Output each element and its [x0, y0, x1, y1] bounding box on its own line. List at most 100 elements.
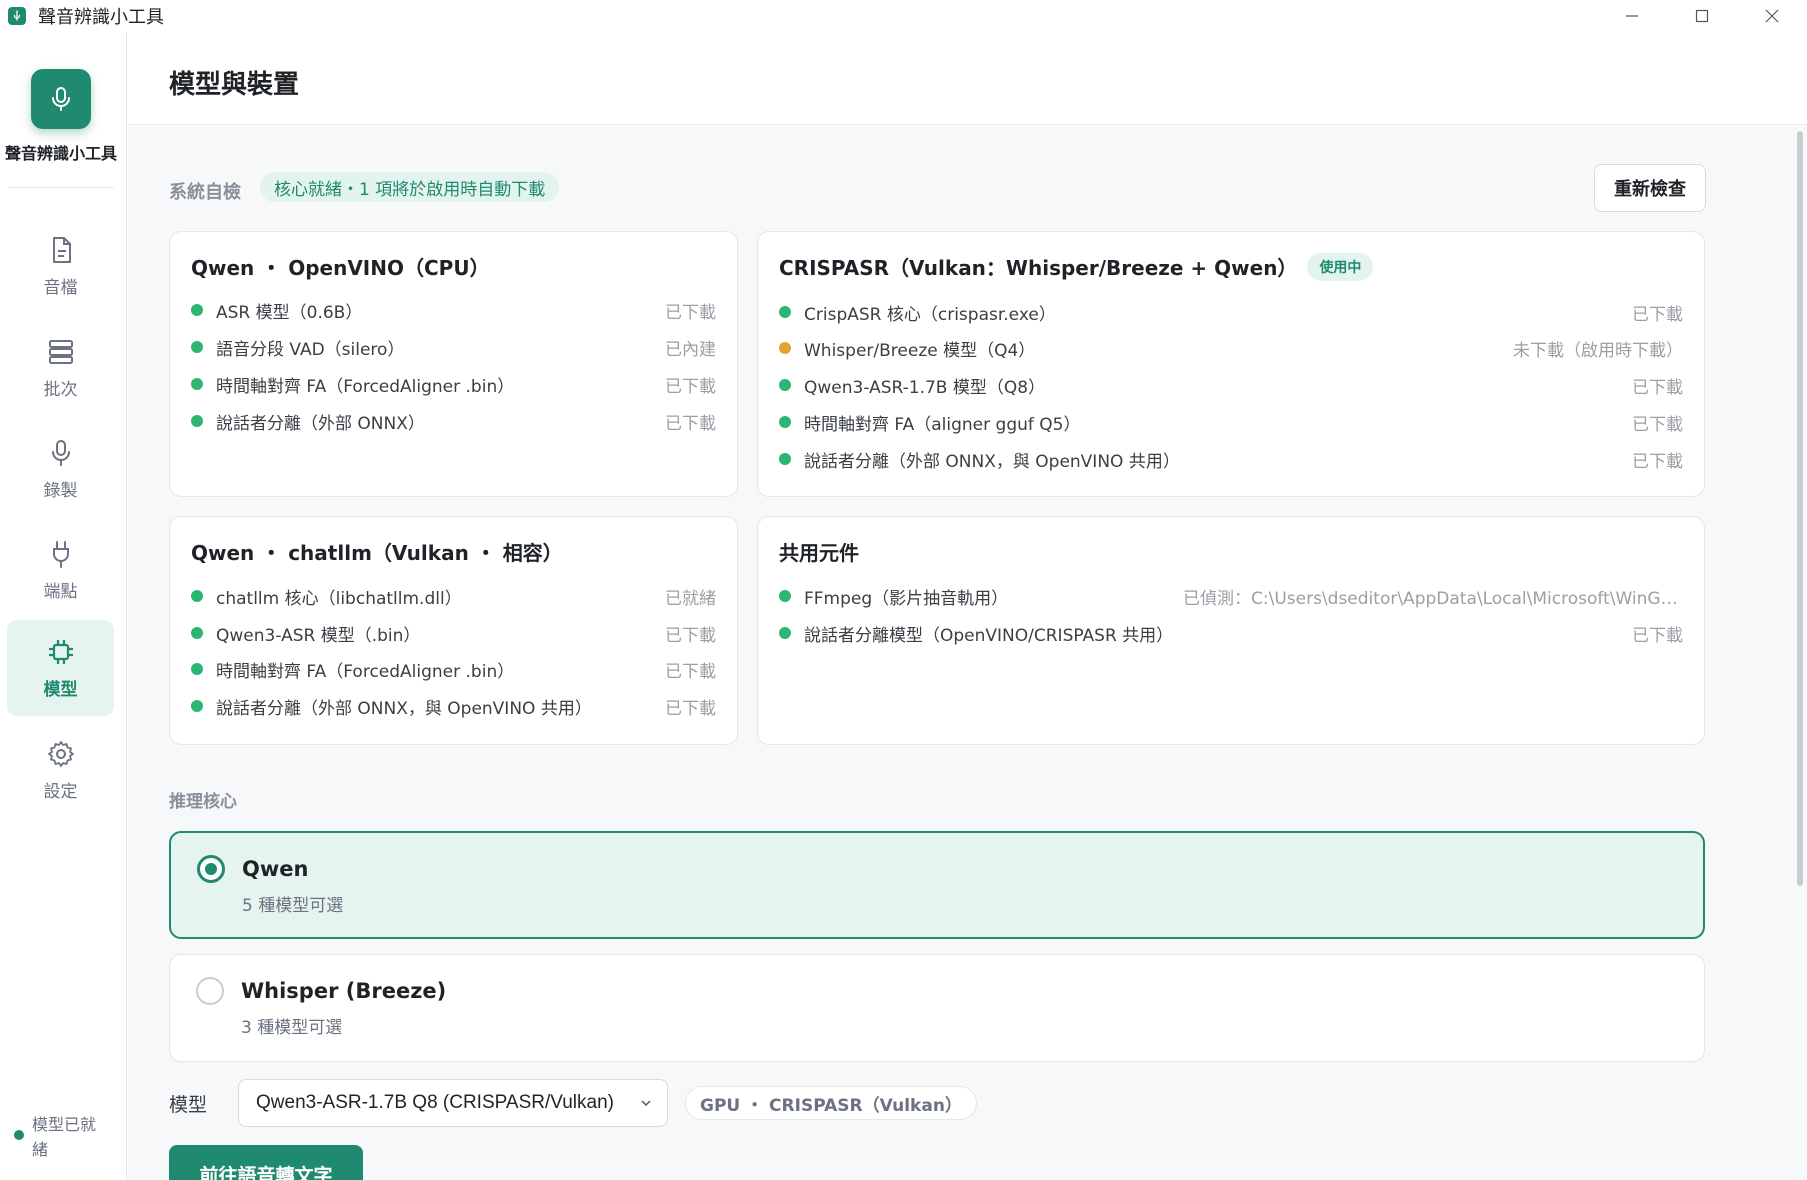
item-name: ASR 模型（0.6B）	[216, 302, 363, 323]
list-item: Qwen3-ASR 模型（.bin） 已下載	[191, 620, 716, 646]
list-item: 說話者分離模型（OpenVINO/CRISPASR 共用） 已下載	[779, 620, 1683, 646]
item-name: Qwen3-ASR 模型（.bin）	[216, 625, 421, 646]
status-dot	[191, 663, 203, 675]
sidebar-item-batch[interactable]: 批次	[7, 320, 114, 416]
sidebar-item-audio[interactable]: 音檔	[7, 218, 114, 314]
maximize-button[interactable]	[1667, 0, 1737, 32]
sidebar-item-label: 音檔	[43, 277, 78, 298]
status-badge: 使用中	[1307, 252, 1374, 281]
option-title: Whisper (Breeze)	[241, 979, 447, 1003]
sidebar-divider	[8, 187, 114, 188]
card-title: Qwen ・ OpenVINO（CPU）	[191, 252, 490, 281]
item-status: 已下載	[665, 625, 716, 646]
option-title: Qwen	[242, 857, 309, 881]
item-status: 已偵測：C:\Users\dseditor\AppData\Local\Micr…	[1183, 588, 1683, 609]
status-dot	[191, 378, 203, 390]
self-check-label: 系統自檢	[169, 182, 241, 203]
list-item: 說話者分離（外部 ONNX） 已下載	[191, 408, 716, 434]
list-item: 說話者分離（外部 ONNX，與 OpenVINO 共用） 已下載	[191, 693, 716, 719]
list-item: Qwen3-ASR-1.7B 模型（Q8） 已下載	[779, 372, 1683, 398]
status-text: 模型已就緒	[32, 1115, 97, 1159]
stack-icon	[48, 339, 73, 364]
file-icon	[52, 236, 71, 263]
model-select-value: Qwen3-ASR-1.7B Q8 (CRISPASR/Vulkan)	[256, 1092, 614, 1113]
status-dot	[191, 700, 203, 712]
sidebar-item-endpoint[interactable]: 端點	[7, 522, 114, 618]
item-name: Whisper/Breeze 模型（Q4）	[804, 340, 1036, 361]
sidebar: 聲音辨識小工具 音檔 批次 錄製 端點 模型 設定 模型已就緒	[0, 32, 127, 1180]
card-title: CRISPASR（Vulkan：Whisper/Breeze + Qwen） 使用…	[779, 252, 1374, 281]
list-item: 說話者分離（外部 ONNX，與 OpenVINO 共用） 已下載	[779, 446, 1683, 472]
card-title-text: 共用元件	[779, 541, 859, 565]
microphone-icon	[52, 87, 70, 111]
item-name: 時間軸對齊 FA（aligner gguf Q5）	[804, 414, 1081, 435]
list-item: 時間軸對齊 FA（ForcedAligner .bin） 已下載	[191, 656, 716, 682]
item-status: 已下載	[665, 302, 716, 323]
sidebar-item-record[interactable]: 錄製	[7, 421, 114, 517]
list-item: chatllm 核心（libchatllm.dll） 已就緒	[191, 583, 716, 609]
item-status: 已內建	[665, 339, 716, 360]
recheck-button[interactable]: 重新檢查	[1594, 164, 1706, 212]
item-status: 已下載	[665, 661, 716, 682]
app-logo	[31, 69, 91, 129]
status-dot	[191, 590, 203, 602]
card-shared-components: 共用元件 FFmpeg（影片抽音軌用） 已偵測：C:\Users\dseditor…	[757, 516, 1705, 745]
item-name: 說話者分離（外部 ONNX，與 OpenVINO 共用）	[216, 698, 592, 719]
item-status: 已下載	[1632, 304, 1683, 325]
sidebar-item-models[interactable]: 模型	[7, 620, 114, 716]
inference-label: 推理核心	[169, 792, 237, 812]
inference-option-whisper[interactable]: Whisper (Breeze) 3 種模型可選	[169, 954, 1705, 1062]
card-title: 共用元件	[779, 537, 859, 566]
item-status: 已下載	[665, 413, 716, 434]
item-status: 已就緒	[665, 588, 716, 609]
card-title-text: Qwen ・ chatllm（Vulkan ・ 相容）	[191, 541, 563, 565]
item-name: 時間軸對齊 FA（ForcedAligner .bin）	[216, 661, 515, 682]
item-name: CrispASR 核心（crispasr.exe）	[804, 304, 1056, 325]
list-item: 時間軸對齊 FA（ForcedAligner .bin） 已下載	[191, 371, 716, 397]
page-title: 模型與裝置	[169, 70, 300, 100]
sidebar-item-settings[interactable]: 設定	[7, 722, 114, 818]
sidebar-item-label: 端點	[43, 581, 78, 602]
radio-button[interactable]	[196, 977, 224, 1005]
app-name: 聲音辨識小工具	[4, 144, 117, 163]
inference-option-qwen[interactable]: Qwen 5 種模型可選	[169, 831, 1705, 939]
model-select[interactable]: Qwen3-ASR-1.7B Q8 (CRISPASR/Vulkan)	[238, 1079, 668, 1127]
item-status: 已下載	[665, 698, 716, 719]
status-dot	[779, 453, 791, 465]
item-name: 時間軸對齊 FA（ForcedAligner .bin）	[216, 376, 515, 397]
self-check-summary: 核心就緒・1 項將於啟用時自動下載	[260, 172, 560, 202]
item-name: FFmpeg（影片抽音軌用）	[804, 588, 1009, 609]
model-label: 模型	[169, 1094, 208, 1116]
status-dot	[191, 415, 203, 427]
app-icon	[8, 7, 26, 25]
status-dot	[14, 1130, 24, 1140]
radio-button[interactable]	[197, 855, 225, 883]
card-title-text: CRISPASR（Vulkan：Whisper/Breeze + Qwen）	[779, 256, 1298, 280]
window-title: 聲音辨識小工具	[38, 7, 164, 28]
status-dot	[191, 341, 203, 353]
item-name: 說話者分離（外部 ONNX，與 OpenVINO 共用）	[804, 451, 1180, 472]
main-content: 系統自檢 核心就緒・1 項將於啟用時自動下載 重新檢查 Qwen ・ OpenV…	[128, 126, 1807, 1180]
item-status: 已下載	[1632, 414, 1683, 435]
status-dot	[779, 306, 791, 318]
sidebar-item-label: 錄製	[43, 480, 78, 501]
minimize-button[interactable]	[1597, 0, 1667, 32]
chip-icon	[48, 639, 73, 664]
maximize-icon	[1695, 9, 1709, 23]
item-name: Qwen3-ASR-1.7B 模型（Q8）	[804, 377, 1046, 398]
model-status: 模型已就緒	[14, 1112, 114, 1162]
item-status: 未下載（啟用時下載）	[1513, 340, 1683, 361]
close-button[interactable]	[1737, 0, 1807, 32]
list-item: CrispASR 核心（crispasr.exe） 已下載	[779, 299, 1683, 325]
plug-icon	[52, 540, 69, 568]
go-to-transcribe-button[interactable]: 前往語音轉文字	[169, 1145, 363, 1180]
gear-icon	[47, 740, 74, 767]
card-title-text: Qwen ・ OpenVINO（CPU）	[191, 256, 490, 280]
item-status: 已下載	[1632, 451, 1683, 472]
scrollbar[interactable]	[1797, 131, 1803, 886]
status-dot	[779, 342, 791, 354]
sidebar-item-label: 模型	[43, 679, 78, 700]
close-icon	[1765, 9, 1779, 23]
status-dot	[779, 627, 791, 639]
sidebar-item-label: 設定	[43, 781, 78, 802]
